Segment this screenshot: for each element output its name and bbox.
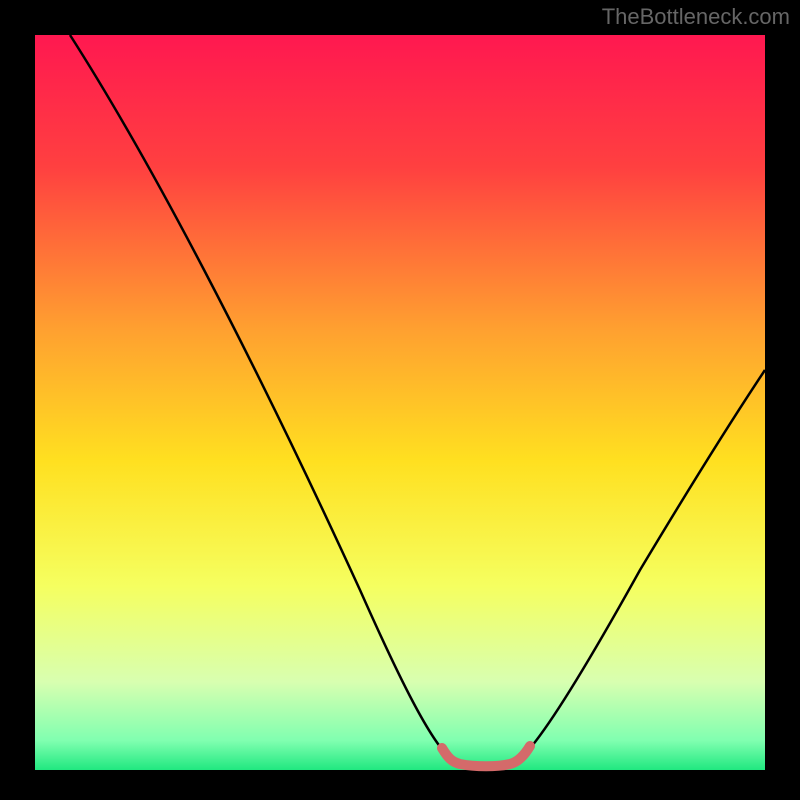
watermark-text: TheBottleneck.com: [602, 4, 790, 30]
chart-svg: [0, 0, 800, 800]
plot-background: [35, 35, 765, 770]
chart-container: TheBottleneck.com: [0, 0, 800, 800]
